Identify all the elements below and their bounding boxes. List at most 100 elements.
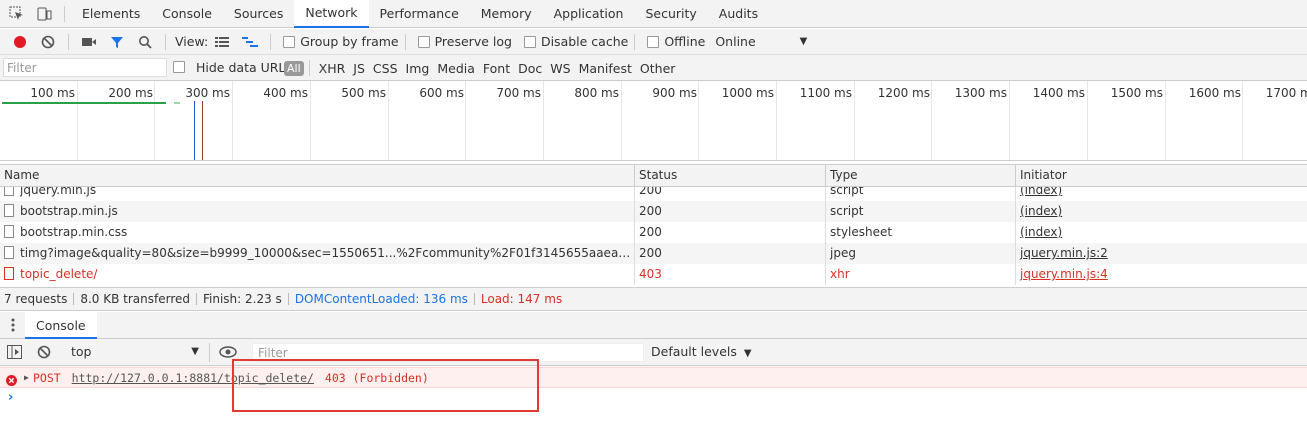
cell-initiator[interactable]: jquery.min.js:2 <box>1015 243 1307 264</box>
cell-initiator[interactable]: (index) <box>1015 222 1307 243</box>
initiator-text: (index) <box>1020 187 1063 197</box>
column-type[interactable]: Type <box>825 165 1015 187</box>
request-row[interactable]: bootstrap.min.css 200 stylesheet (index) <box>0 222 1307 243</box>
type-filter-font[interactable]: Font <box>479 61 514 76</box>
type-filter-media[interactable]: Media <box>433 61 479 76</box>
disable-cache-checkbox[interactable] <box>523 35 536 48</box>
type-filter-doc[interactable]: Doc <box>514 61 546 76</box>
separator <box>64 5 65 22</box>
cell-initiator[interactable]: jquery.min.js:4 <box>1015 264 1307 285</box>
initiator-text: jquery.min.js:4 <box>1020 267 1108 281</box>
offline-checkbox[interactable] <box>647 35 660 48</box>
cell-type: stylesheet <box>825 222 1015 243</box>
request-row[interactable]: bootstrap.min.js 200 script (index) <box>0 201 1307 222</box>
tab-performance[interactable]: Performance <box>369 0 470 28</box>
type-filter-js[interactable]: JS <box>349 61 369 76</box>
request-row[interactable]: topic_delete/403 xhr jquery.min.js:4 <box>0 264 1307 285</box>
request-row[interactable]: timg?image&quality=80&size=b9999_10000&s… <box>0 243 1307 264</box>
annotation-highlight-box <box>232 359 539 412</box>
drawer-menu-icon[interactable] <box>10 318 16 336</box>
column-initiator[interactable]: Initiator <box>1015 165 1307 187</box>
column-status[interactable]: Status <box>634 165 825 187</box>
group-by-frame-checkbox[interactable] <box>283 35 296 48</box>
status-text: 200 <box>639 204 662 218</box>
name-text: bootstrap.min.js <box>20 204 118 218</box>
cell-name: bootstrap.min.js <box>0 201 634 222</box>
name-text: topic_delete/ <box>20 267 98 281</box>
type-filter-ws[interactable]: WS <box>546 61 574 76</box>
tab-elements[interactable]: Elements <box>71 0 151 28</box>
tab-network[interactable]: Network <box>294 0 369 28</box>
load-time: Load: 147 ms <box>480 292 563 306</box>
expand-triangle-icon[interactable]: ▶ <box>24 368 29 388</box>
chevron-down-icon: ▼ <box>191 346 199 357</box>
status-text: 403 <box>639 267 662 281</box>
tab-audits[interactable]: Audits <box>708 0 769 28</box>
drawer-tabbar: Console <box>0 312 1307 339</box>
waterfall-overview-icon[interactable] <box>241 33 259 51</box>
search-icon[interactable] <box>136 33 154 51</box>
separator <box>165 33 166 50</box>
type-filter-manifest[interactable]: Manifest <box>575 61 636 76</box>
file-icon <box>4 204 14 217</box>
record-icon[interactable] <box>11 33 29 51</box>
clear-icon[interactable] <box>39 33 57 51</box>
chevron-down-icon[interactable]: ▼ <box>800 36 808 47</box>
clear-console-icon[interactable] <box>37 345 51 362</box>
cell-type: script <box>825 187 1015 201</box>
console-prompt-icon[interactable]: › <box>8 390 13 405</box>
preserve-log-checkbox[interactable] <box>417 35 430 48</box>
network-summary-bar: 7 requests 8.0 KB transferred Finish: 2.… <box>0 287 1307 311</box>
cell-status: 403 <box>634 264 825 285</box>
view-label: View: <box>175 34 209 49</box>
cell-name: topic_delete/ <box>0 264 634 285</box>
console-error-message: ▶ POST http://127.0.0.1:8881/topic_delet… <box>0 367 1307 388</box>
column-name[interactable]: Name <box>0 165 634 187</box>
dom-content-loaded-line <box>194 101 195 160</box>
large-rows-icon[interactable] <box>213 33 231 51</box>
separator <box>473 293 475 305</box>
request-row[interactable]: jquery.min.js 200 script (index) <box>0 187 1307 201</box>
type-filter-other[interactable]: Other <box>636 61 680 76</box>
file-icon <box>4 267 14 280</box>
type-filter-img[interactable]: Img <box>402 61 434 76</box>
status-text: 200 <box>639 225 662 239</box>
file-icon <box>4 225 14 238</box>
name-text: jquery.min.js <box>20 187 97 197</box>
tab-sources[interactable]: Sources <box>223 0 294 28</box>
type-filter-css[interactable]: CSS <box>369 61 402 76</box>
console-sidebar-icon[interactable] <box>7 345 22 362</box>
filter-funnel-icon[interactable] <box>108 33 126 51</box>
hide-data-urls-checkbox[interactable] <box>173 61 185 73</box>
resource-type-filters: All XHR JS CSS Img Media Font Doc WS Manifest Othe… <box>284 58 679 78</box>
tab-application[interactable]: Application <box>543 0 635 28</box>
cell-status: 200 <box>634 187 825 201</box>
type-filter-xhr[interactable]: XHR <box>315 61 350 76</box>
transferred-size: 8.0 KB transferred <box>80 292 190 306</box>
tab-memory[interactable]: Memory <box>470 0 543 28</box>
type-filter-all[interactable]: All <box>284 60 304 76</box>
device-toolbar-icon[interactable] <box>35 5 53 23</box>
preserve-log-label: Preserve log <box>434 34 512 49</box>
network-overview[interactable]: 100 ms 200 ms 300 ms 400 ms 500 ms 600 ms 700 … <box>0 81 1307 161</box>
cell-type: jpeg <box>825 243 1015 264</box>
log-levels-select[interactable]: Default levels ▼ <box>651 344 752 359</box>
tab-security[interactable]: Security <box>634 0 707 28</box>
console-messages: ▶ POST http://127.0.0.1:8881/topic_delet… <box>0 366 1307 427</box>
type-text: script <box>830 204 864 218</box>
throttling-select[interactable]: Online <box>715 34 755 49</box>
context-select[interactable]: top ▼ <box>64 343 210 362</box>
network-filter-input[interactable] <box>3 58 167 77</box>
disable-cache-label: Disable cache <box>540 34 629 49</box>
separator <box>404 33 406 50</box>
load-event-line <box>202 101 203 160</box>
error-icon <box>6 372 17 392</box>
tab-console[interactable]: Console <box>151 0 223 28</box>
cell-initiator[interactable]: (index) <box>1015 187 1307 201</box>
timeline-tick-label: 1700 ms <box>1265 86 1307 100</box>
separator <box>68 33 69 50</box>
screenshot-camera-icon[interactable] <box>80 33 98 51</box>
cell-initiator[interactable]: (index) <box>1015 201 1307 222</box>
inspect-element-icon[interactable] <box>7 5 25 23</box>
drawer-tab-console[interactable]: Console <box>25 312 97 339</box>
